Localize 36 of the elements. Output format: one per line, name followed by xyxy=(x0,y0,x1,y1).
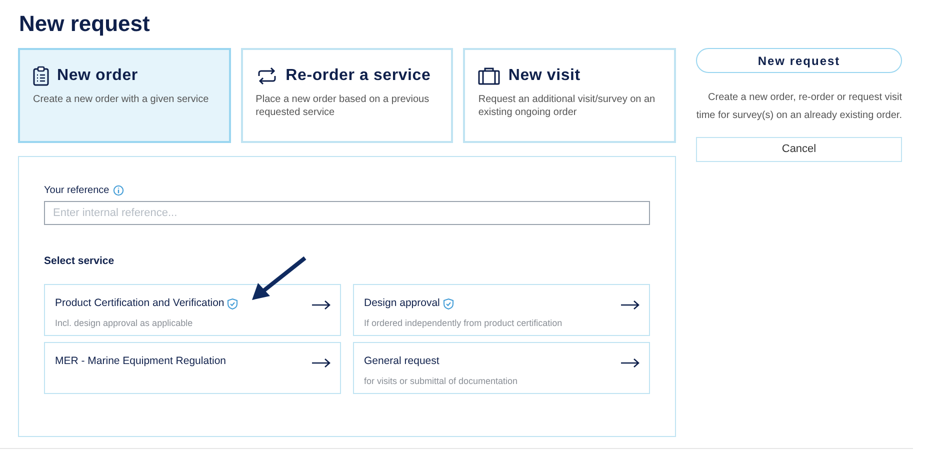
sidebar-description: Create a new order, re-order or request visit time for survey(s) on an already existing order. xyxy=(696,91,902,123)
reference-input[interactable]: Enter internal reference... xyxy=(44,201,650,225)
briefcase-icon xyxy=(478,67,500,85)
cancel-button[interactable]: Cancel xyxy=(696,137,902,162)
field-label: Your reference xyxy=(44,184,110,198)
card-title: New order xyxy=(57,66,138,86)
service-card[interactable]: MER - Marine Equipment Regulation xyxy=(44,342,341,394)
service-card[interactable]: Design approval If ordered independently from product certification xyxy=(353,284,650,336)
section-heading: Select service xyxy=(44,254,116,269)
arrow-annotation xyxy=(250,256,308,302)
info-icon xyxy=(113,185,124,196)
card-description: Request an additional visit/survey on an existing ongoing order xyxy=(478,93,656,119)
request-type-card[interactable]: Re-order a service Place a new order based on a previous requested service xyxy=(240,48,454,143)
card-description: Place a new order based on a previous requested service xyxy=(256,93,430,119)
card-title: New visit xyxy=(508,66,580,86)
new-request-button[interactable]: New request xyxy=(696,48,902,73)
service-subtitle: for visits or submittal of documentation xyxy=(364,374,518,388)
service-title: Product Certification and Verification xyxy=(55,296,224,311)
service-card[interactable]: Product Certification and Verification Incl. design approval as applicable xyxy=(44,284,341,336)
service-subtitle: If ordered independently from product certification xyxy=(364,316,562,330)
card-description: Create a new order with a given service xyxy=(33,93,210,106)
request-type-card[interactable]: New order Create a new order with a given service xyxy=(18,48,231,143)
page-title: New request xyxy=(19,10,150,38)
card-title: Re-order a service xyxy=(286,66,431,86)
request-type-card[interactable]: New visit Request an additional visit/survey on an existing ongoing order xyxy=(463,48,676,143)
service-card[interactable]: General request for visits or submittal of documentation xyxy=(353,342,650,394)
service-title: General request xyxy=(364,354,440,369)
arrow-right-icon xyxy=(621,358,640,368)
service-title: Design approval xyxy=(364,296,440,311)
arrow-right-icon xyxy=(621,300,640,310)
service-subtitle: Incl. design approval as applicable xyxy=(55,316,194,330)
repeat-icon xyxy=(256,67,278,85)
clipboard-icon xyxy=(33,66,49,86)
arrow-right-icon xyxy=(312,300,331,310)
arrow-right-icon xyxy=(312,358,331,368)
service-title: MER - Marine Equipment Regulation xyxy=(55,354,226,369)
